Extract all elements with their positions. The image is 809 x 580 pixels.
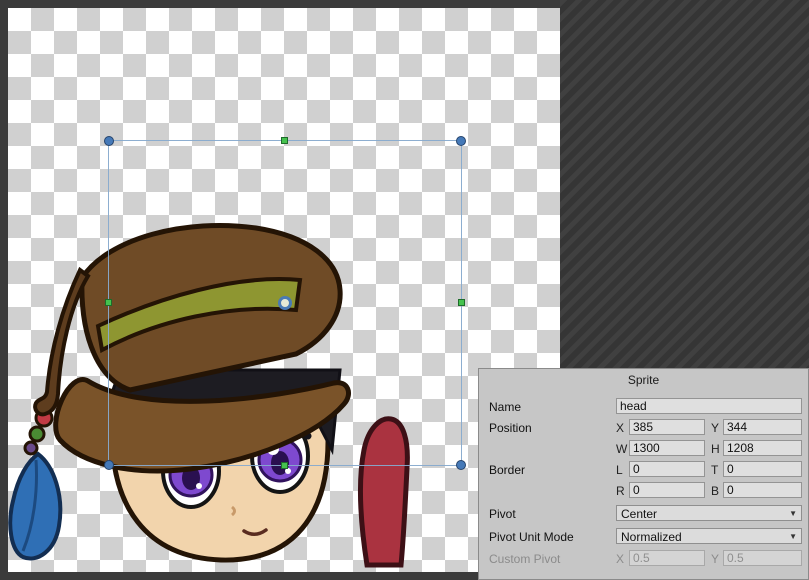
pivot-unit-mode-dropdown[interactable]: Normalized ▼ [616,528,802,544]
handle-bottom-right[interactable] [456,460,466,470]
border-b-prefix: B [711,484,719,498]
border-t-input[interactable] [723,461,802,477]
hat-beads [25,410,52,454]
handle-bottom-middle[interactable] [281,462,288,469]
position-y-prefix: Y [711,421,719,435]
pivot-dropdown-value: Center [621,507,657,521]
custom-pivot-y-input [723,550,802,566]
position-w-input[interactable] [629,440,705,456]
name-row: Name [489,398,800,415]
custom-pivot-row: Custom Pivot X Y [489,550,800,567]
border-r-prefix: R [616,484,625,498]
custom-pivot-y-prefix: Y [711,552,719,566]
pivot-label: Pivot [489,507,516,521]
border-row-lt: Border L T [489,461,800,478]
dropdown-arrow-icon: ▼ [789,532,797,541]
border-row-rb: R B [489,482,800,499]
feather [10,454,60,559]
pivot-row: Pivot Center ▼ [489,505,800,522]
position-row-wh: W H [489,440,800,457]
custom-pivot-label: Custom Pivot [489,552,560,566]
position-x-input[interactable] [629,419,705,435]
border-b-input[interactable] [723,482,802,498]
custom-pivot-x-prefix: X [616,552,624,566]
border-l-input[interactable] [629,461,705,477]
pivot-handle[interactable] [278,296,292,310]
position-row-xy: Position X Y [489,419,800,436]
name-input[interactable] [616,398,802,414]
pivot-unit-mode-row: Pivot Unit Mode Normalized ▼ [489,528,800,545]
pivot-unit-mode-dropdown-value: Normalized [621,530,682,544]
border-label: Border [489,463,525,477]
name-label: Name [489,400,521,414]
position-label: Position [489,421,532,435]
pivot-unit-mode-label: Pivot Unit Mode [489,530,574,544]
border-l-prefix: L [616,463,623,477]
handle-top-middle[interactable] [281,137,288,144]
position-y-input[interactable] [723,419,802,435]
handle-left-middle[interactable] [105,299,112,306]
pivot-dropdown[interactable]: Center ▼ [616,505,802,521]
position-h-input[interactable] [723,440,802,456]
position-h-prefix: H [711,442,720,456]
handle-top-right[interactable] [456,136,466,146]
custom-pivot-x-input [629,550,705,566]
position-x-prefix: X [616,421,624,435]
border-r-input[interactable] [629,482,705,498]
sprite-editor-window: Sprite Name Position X Y W H Border L T … [0,0,809,580]
handle-top-left[interactable] [104,136,114,146]
handle-right-middle[interactable] [458,299,465,306]
sprite-inspector-panel: Sprite Name Position X Y W H Border L T … [478,368,809,580]
dropdown-arrow-icon: ▼ [789,509,797,518]
handle-bottom-left[interactable] [104,460,114,470]
panel-title: Sprite [479,373,808,387]
border-t-prefix: T [711,463,718,477]
position-w-prefix: W [616,442,627,456]
sprite-selection-rect[interactable] [108,140,462,466]
